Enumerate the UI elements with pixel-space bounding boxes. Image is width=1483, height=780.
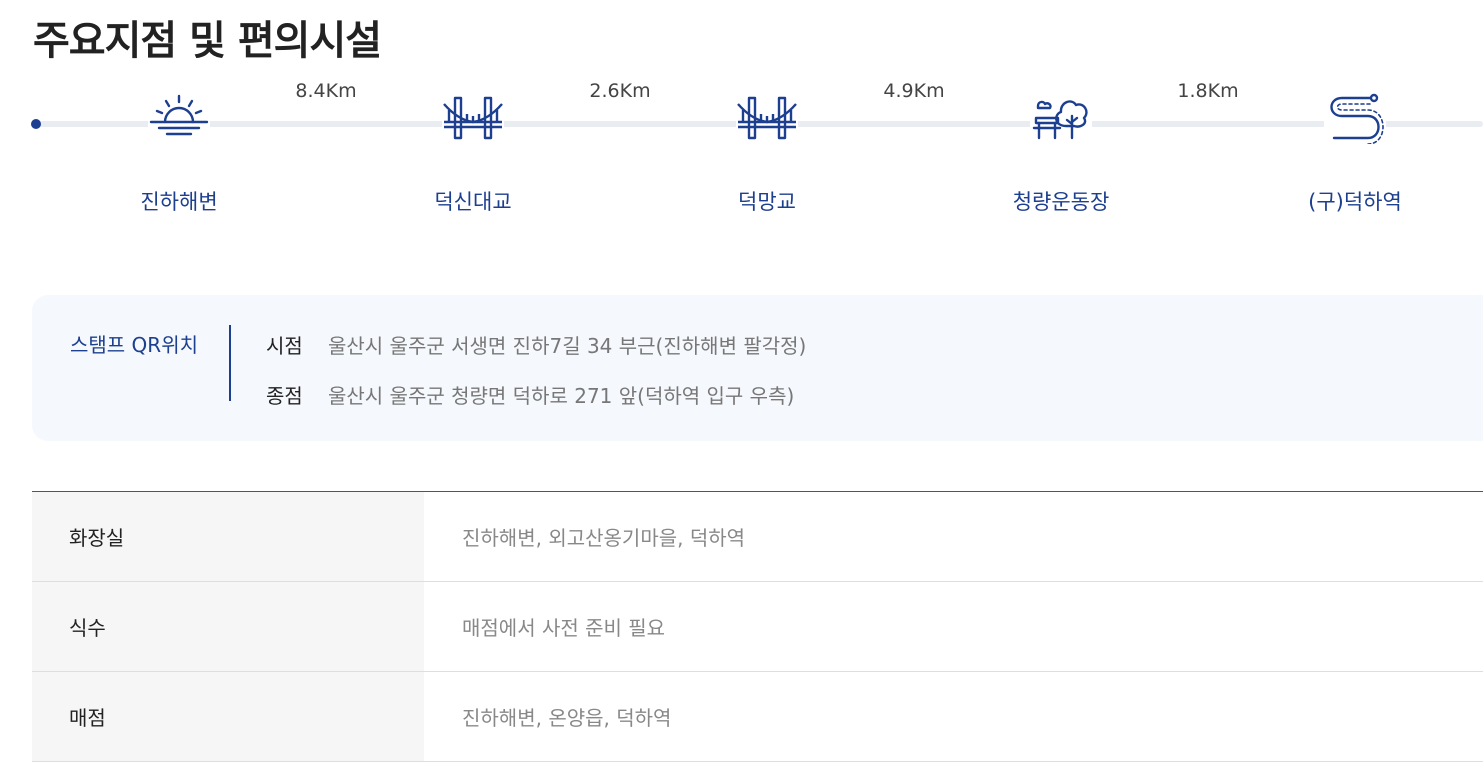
stamp-divider [229,325,231,401]
sunrise-icon [148,92,210,144]
stop-label: 진하해변 [140,190,218,214]
stamp-end-value: 울산시 울주군 청량면 덕하로 271 앞(덕하역 입구 우측) [328,384,795,408]
stop-cheongnyang-stadium[interactable]: 청량운동장 [961,80,1161,216]
stamp-title: 스탬프 QR위치 [70,333,198,357]
stop-deokmang-bridge[interactable]: 덕망교 [667,80,867,216]
stop-label: 덕망교 [738,190,796,214]
bridge-icon [442,92,504,144]
facility-value: 진하해변, 온양읍, 덕하역 [462,706,672,730]
distance-label: 8.4Km [295,80,357,102]
stop-old-deokha-station[interactable]: (구)덕하역 [1255,80,1455,216]
table-row: 매점 진하해변, 온양읍, 덕하역 [32,672,1483,762]
stop-jinha-beach[interactable]: 진하해변 [79,80,279,216]
stamp-start-label: 시점 [266,334,303,358]
facilities-table: 화장실 진하해변, 외고산옹기마을, 덕하역 식수 매점에서 사전 준비 필요 … [32,491,1483,762]
facility-name: 화장실 [32,492,424,581]
distance-label: 1.8Km [1177,80,1239,102]
stop-label: 덕신대교 [434,190,512,214]
facility-name: 식수 [32,582,424,671]
stamp-end-label: 종점 [266,384,303,408]
stamp-end-row: 종점 울산시 울주군 청량면 덕하로 271 앞(덕하역 입구 우측) [266,380,794,409]
stamp-start-row: 시점 울산시 울주군 서생면 진하7길 34 부근(진하해변 팔각정) [266,330,806,359]
stop-label: (구)덕하역 [1308,190,1402,214]
park-bench-tree-icon [1030,92,1092,144]
distance-label: 2.6Km [589,80,651,102]
facility-value: 진하해변, 외고산옹기마을, 덕하역 [462,526,746,550]
bridge-icon [736,92,798,144]
stop-deoksin-bridge[interactable]: 덕신대교 [373,80,573,216]
stamp-start-value: 울산시 울주군 서생면 진하7길 34 부근(진하해변 팔각정) [328,334,807,358]
stop-label: 청량운동장 [1012,190,1110,214]
stamp-qr-box: 스탬프 QR위치 시점 울산시 울주군 서생면 진하7길 34 부근(진하해변 팔… [32,295,1483,441]
table-row: 화장실 진하해변, 외고산옹기마을, 덕하역 [32,492,1483,582]
distance-label: 4.9Km [883,80,945,102]
facility-name: 매점 [32,672,424,761]
table-row: 식수 매점에서 사전 준비 필요 [32,582,1483,672]
route-map: 8.4Km 2.6Km 4.9Km 1.8Km 진하해변 덕신대교 덕망교 청량… [0,80,1483,230]
route-start-dot [31,119,41,129]
winding-road-icon [1324,92,1386,144]
page-title: 주요지점 및 편의시설 [33,18,382,64]
facility-value: 매점에서 사전 준비 필요 [462,616,666,640]
